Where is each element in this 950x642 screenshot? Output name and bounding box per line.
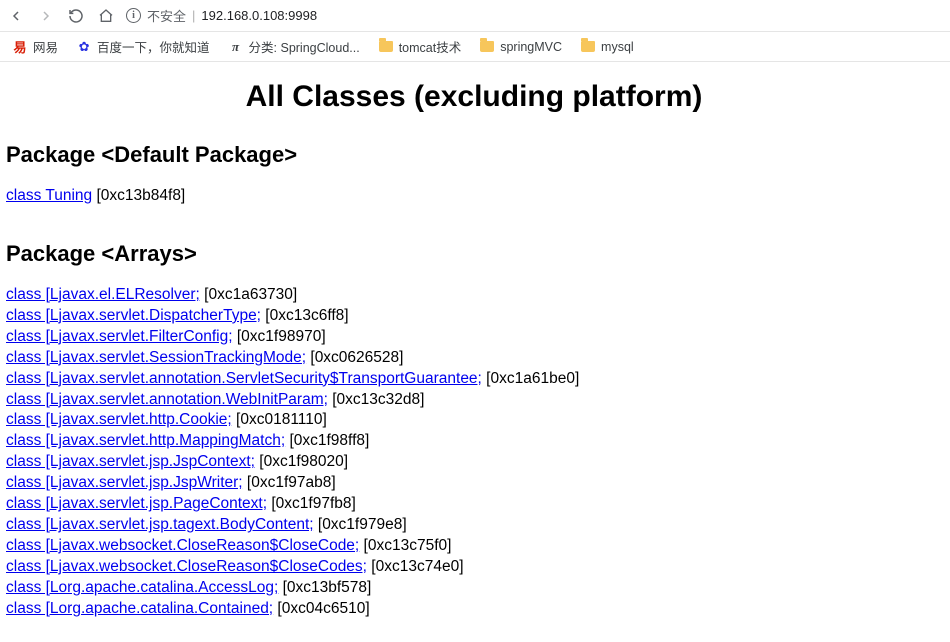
class-entry: class [Ljavax.servlet.http.MappingMatch;… xyxy=(6,431,942,452)
class-entry: class [Ljavax.servlet.jsp.PageContext; [… xyxy=(6,494,942,515)
bookmark-item[interactable]: π 分类: SpringCloud... xyxy=(228,37,360,56)
class-entry: class [Lorg.apache.catalina.Contained; [… xyxy=(6,599,942,620)
class-entry: class [Ljavax.servlet.http.Cookie; [0xc0… xyxy=(6,410,942,431)
class-address: [0xc0626528] xyxy=(306,349,403,366)
package-heading: Package <Arrays> xyxy=(6,241,942,267)
page-content: All Classes (excluding platform) Package… xyxy=(0,62,950,642)
class-address: [0xc13c32d8] xyxy=(328,391,425,408)
class-address: [0xc1f97fb8] xyxy=(267,495,356,512)
folder-icon xyxy=(580,39,596,55)
class-address: [0xc13c75f0] xyxy=(359,537,451,554)
bookmark-label: mysql xyxy=(601,40,634,54)
back-button[interactable] xyxy=(8,8,24,24)
class-address: [0xc1f97ab8] xyxy=(243,474,336,491)
class-address: [0xc1f98970] xyxy=(233,328,326,345)
info-icon: i xyxy=(126,8,141,23)
class-entry: class [Ljavax.servlet.annotation.WebInit… xyxy=(6,390,942,411)
class-link[interactable]: class [Ljavax.servlet.jsp.PageContext; xyxy=(6,495,267,512)
class-entry: class [Lorg.apache.catalina.AccessLog; [… xyxy=(6,578,942,599)
bookmarks-bar: 易网易 ✿ 百度一下，你就知道 π 分类: SpringCloud... tomcat技术… xyxy=(0,32,950,62)
class-link[interactable]: class [Lorg.apache.catalina.AccessLog; xyxy=(6,579,278,596)
package-heading: Package <Default Package> xyxy=(6,142,942,168)
forward-button[interactable] xyxy=(38,8,54,24)
bookmark-label: springMVC xyxy=(500,40,562,54)
class-address: [0xc1f98020] xyxy=(255,453,348,470)
baidu-icon: ✿ xyxy=(76,39,92,55)
class-link[interactable]: class [Lorg.apache.catalina.Contained; xyxy=(6,600,273,617)
insecure-label: 不安全 xyxy=(147,6,186,25)
folder-icon xyxy=(479,39,495,55)
class-address: [0xc13c74e0] xyxy=(367,558,464,575)
class-entry: class [Ljavax.servlet.FilterConfig; [0xc… xyxy=(6,327,942,348)
addr-separator: | xyxy=(192,8,195,23)
class-entry: class [Ljavax.servlet.jsp.JspContext; [0… xyxy=(6,452,942,473)
class-link[interactable]: class [Ljavax.servlet.jsp.tagext.BodyCon… xyxy=(6,516,314,533)
class-address: [0xc0181110] xyxy=(232,411,327,428)
class-entry: class [Ljavax.servlet.SessionTrackingMod… xyxy=(6,348,942,369)
folder-icon xyxy=(378,39,394,55)
class-link[interactable]: class [Ljavax.websocket.CloseReason$Clos… xyxy=(6,558,367,575)
url-text: 192.168.0.108:9998 xyxy=(201,8,317,23)
class-address: [0xc13c6ff8] xyxy=(261,307,349,324)
class-link[interactable]: class [Ljavax.websocket.CloseReason$Clos… xyxy=(6,537,359,554)
bookmark-item[interactable]: 易网易 xyxy=(12,37,58,56)
class-link[interactable]: class Tuning xyxy=(6,187,92,204)
bookmark-label: tomcat技术 xyxy=(399,37,462,56)
class-address: [0xc1f979e8] xyxy=(314,516,407,533)
browser-toolbar: i 不安全 | 192.168.0.108:9998 xyxy=(0,0,950,32)
address-bar[interactable]: i 不安全 | 192.168.0.108:9998 xyxy=(126,6,317,25)
nav-controls xyxy=(8,8,114,24)
netease-icon: 易 xyxy=(12,39,28,55)
class-entry: class [Ljavax.websocket.CloseReason$Clos… xyxy=(6,557,942,578)
pi-icon: π xyxy=(228,39,244,55)
class-link[interactable]: class [Ljavax.servlet.jsp.JspContext; xyxy=(6,453,255,470)
class-address: [0xc1a61be0] xyxy=(482,370,579,387)
class-link[interactable]: class [Ljavax.servlet.DispatcherType; xyxy=(6,307,261,324)
class-link[interactable]: class [Ljavax.servlet.http.Cookie; xyxy=(6,411,232,428)
bookmark-item[interactable]: ✿ 百度一下，你就知道 xyxy=(76,37,210,56)
class-link[interactable]: class [Ljavax.servlet.http.MappingMatch; xyxy=(6,432,285,449)
class-address: [0xc13b84f8] xyxy=(92,187,185,204)
class-entry: class [Ljavax.servlet.annotation.Servlet… xyxy=(6,369,942,390)
class-entry: class [Ljavax.websocket.CloseReason$Clos… xyxy=(6,536,942,557)
class-entry: class [Ljavax.servlet.jsp.JspWriter; [0x… xyxy=(6,473,942,494)
class-link[interactable]: class [Ljavax.servlet.SessionTrackingMod… xyxy=(6,349,306,366)
class-link[interactable]: class [Ljavax.servlet.FilterConfig; xyxy=(6,328,233,345)
class-address: [0xc04c6510] xyxy=(273,600,370,617)
class-entry: class [Ljavax.servlet.jsp.tagext.BodyCon… xyxy=(6,515,942,536)
bookmark-item[interactable]: springMVC xyxy=(479,39,562,55)
bookmark-label: 分类: SpringCloud... xyxy=(249,37,360,56)
class-address: [0xc1a63730] xyxy=(200,286,297,303)
class-link[interactable]: class [Ljavax.servlet.annotation.WebInit… xyxy=(6,391,328,408)
class-link[interactable]: class [Ljavax.el.ELResolver; xyxy=(6,286,200,303)
page-title: All Classes (excluding platform) xyxy=(6,80,942,114)
bookmark-label: 百度一下，你就知道 xyxy=(97,37,210,56)
home-button[interactable] xyxy=(98,8,114,24)
bookmark-item[interactable]: mysql xyxy=(580,39,634,55)
bookmark-label: 网易 xyxy=(33,37,58,56)
reload-button[interactable] xyxy=(68,8,84,24)
class-link[interactable]: class [Ljavax.servlet.jsp.JspWriter; xyxy=(6,474,243,491)
class-entry: class [Ljavax.servlet.DispatcherType; [0… xyxy=(6,306,942,327)
class-link[interactable]: class [Ljavax.servlet.annotation.Servlet… xyxy=(6,370,482,387)
class-address: [0xc1f98ff8] xyxy=(285,432,369,449)
bookmark-item[interactable]: tomcat技术 xyxy=(378,37,462,56)
class-entry: class Tuning [0xc13b84f8] xyxy=(6,186,942,207)
class-entry: class [Ljavax.el.ELResolver; [0xc1a63730… xyxy=(6,285,942,306)
class-address: [0xc13bf578] xyxy=(278,579,371,596)
